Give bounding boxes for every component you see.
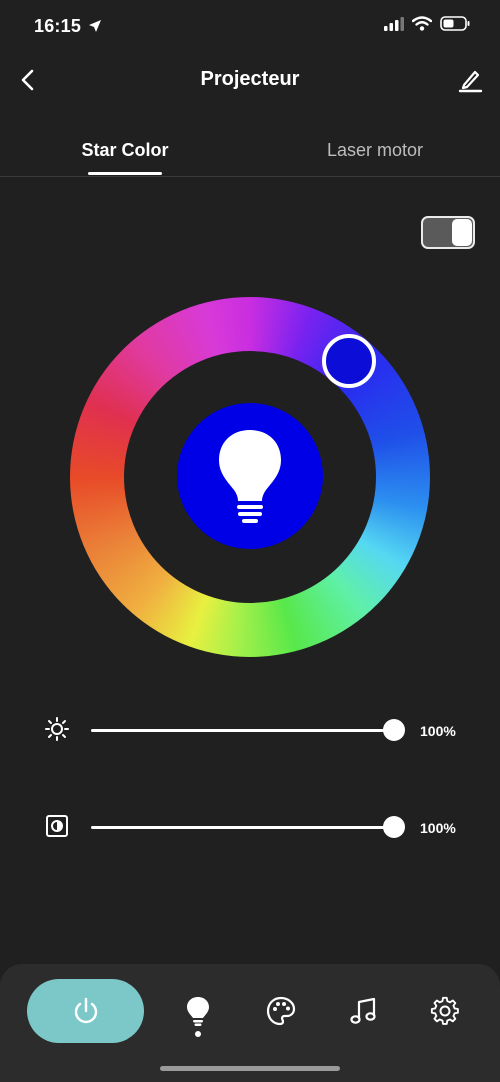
wifi-icon [412, 16, 432, 31]
edit-button[interactable] [456, 66, 484, 94]
tab-star-color[interactable]: Star Color [66, 140, 184, 161]
tab-active-indicator [88, 172, 162, 175]
active-nav-indicator [195, 1031, 201, 1037]
nav-music[interactable] [347, 995, 379, 1027]
nav-settings[interactable] [429, 995, 461, 1027]
lightbulb-icon [219, 430, 281, 523]
gear-icon [430, 996, 459, 1025]
page-title: Projecteur [200, 68, 300, 90]
battery-icon [440, 16, 470, 31]
brightness-slider-track[interactable] [91, 729, 394, 732]
palette-icon [266, 996, 296, 1026]
tab-laser-motor[interactable]: Laser motor [310, 140, 440, 161]
power-icon [74, 997, 97, 1024]
toggle-knob [452, 219, 472, 246]
saturation-slider-thumb[interactable] [383, 816, 405, 838]
status-indicators [384, 16, 470, 31]
bulb-icon [187, 997, 209, 1026]
brightness-value: 100% [420, 723, 456, 739]
brightness-slider-thumb[interactable] [383, 719, 405, 741]
color-preview[interactable] [177, 403, 323, 549]
music-icon [350, 997, 376, 1024]
location-arrow-icon [89, 20, 102, 32]
home-indicator [160, 1066, 340, 1071]
mode-toggle[interactable] [421, 216, 475, 249]
status-time: 16:15 [34, 16, 102, 37]
power-button[interactable] [27, 979, 144, 1043]
saturation-slider-track[interactable] [91, 826, 394, 829]
contrast-icon [44, 813, 70, 839]
saturation-value: 100% [420, 820, 456, 836]
tab-divider [0, 176, 500, 177]
nav-palette[interactable] [265, 995, 297, 1027]
cellular-signal-icon [384, 16, 404, 31]
pencil-icon [458, 70, 483, 93]
brightness-icon [44, 716, 70, 742]
color-selector-handle[interactable] [322, 334, 376, 388]
nav-light[interactable] [182, 995, 214, 1027]
